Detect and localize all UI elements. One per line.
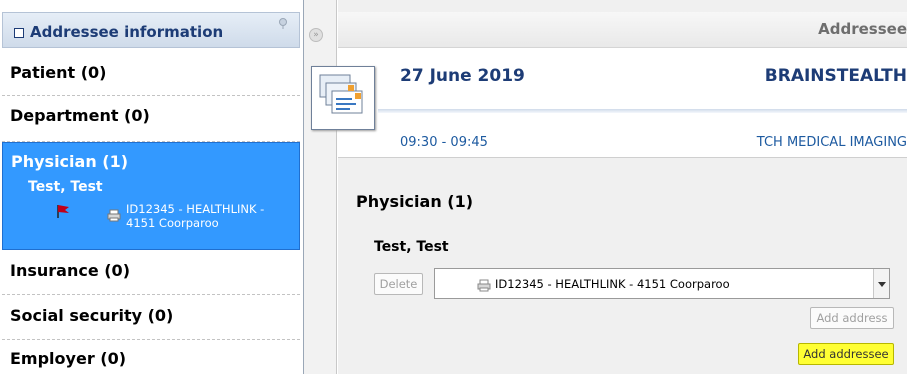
page-title: Addressee bbox=[818, 20, 907, 38]
address-line-2: 4151 Coorparoo bbox=[126, 216, 219, 230]
sidebar-item-patient[interactable]: Patient (0) bbox=[2, 50, 300, 96]
sidebar-item-physician[interactable]: Physician (1) Test, Test ID12345 - HEALT… bbox=[2, 142, 300, 250]
letters-icon bbox=[311, 66, 375, 130]
address-line-1: ID12345 - HEALTHLINK - bbox=[126, 202, 265, 216]
appointment-organization: BRAINSTEALTH bbox=[764, 66, 907, 86]
title-strip: Addressee bbox=[338, 12, 907, 48]
sidebar-item-department[interactable]: Department (0) bbox=[2, 96, 300, 142]
info-divider bbox=[378, 109, 907, 113]
pin-icon[interactable] bbox=[277, 17, 289, 32]
delete-button[interactable]: Delete bbox=[374, 273, 423, 295]
add-address-button[interactable]: Add address bbox=[810, 307, 894, 329]
sidebar-item-label: Physician (1) bbox=[11, 152, 129, 171]
physician-name: Test, Test bbox=[374, 239, 449, 255]
appointment-info: 27 June 2019 BRAINSTEALTH 09:30 - 09:45 … bbox=[338, 48, 907, 158]
address-select[interactable]: ID12345 - HEALTHLINK - 4151 Coorparoo bbox=[434, 268, 890, 299]
address-select-value: ID12345 - HEALTHLINK - 4151 Coorparoo bbox=[495, 277, 730, 291]
panel-splitter[interactable]: » bbox=[304, 0, 337, 374]
sidebar-item-insurance[interactable]: Insurance (0) bbox=[2, 250, 300, 295]
addressee-sidebar: Addressee information Patient (0) Depart… bbox=[0, 0, 304, 374]
sidebar-header[interactable]: Addressee information bbox=[2, 12, 300, 48]
appointment-time: 09:30 - 09:45 bbox=[400, 135, 488, 150]
dropdown-arrow-icon[interactable] bbox=[873, 269, 889, 298]
section-title: Physician (1) bbox=[356, 192, 474, 211]
add-addressee-button[interactable]: Add addressee bbox=[798, 343, 894, 365]
flag-icon bbox=[55, 203, 71, 223]
collapse-icon[interactable]: » bbox=[309, 28, 323, 42]
printer-icon bbox=[107, 207, 121, 226]
main-panel: Addressee 27 June 2019 BRAINSTEALTH 09:3… bbox=[311, 0, 907, 374]
appointment-date: 27 June 2019 bbox=[400, 66, 525, 86]
sidebar-title: Addressee information bbox=[30, 23, 224, 41]
checkbox-icon[interactable] bbox=[14, 28, 24, 38]
selected-physician-name[interactable]: Test, Test bbox=[28, 179, 103, 195]
printer-icon bbox=[477, 277, 491, 296]
selected-physician-address: ID12345 - HEALTHLINK - 4151 Coorparoo bbox=[126, 202, 306, 230]
sidebar-item-employer[interactable]: Employer (0) bbox=[2, 340, 300, 374]
appointment-department: TCH MEDICAL IMAGING bbox=[756, 135, 907, 150]
sidebar-item-social-security[interactable]: Social security (0) bbox=[2, 295, 300, 340]
